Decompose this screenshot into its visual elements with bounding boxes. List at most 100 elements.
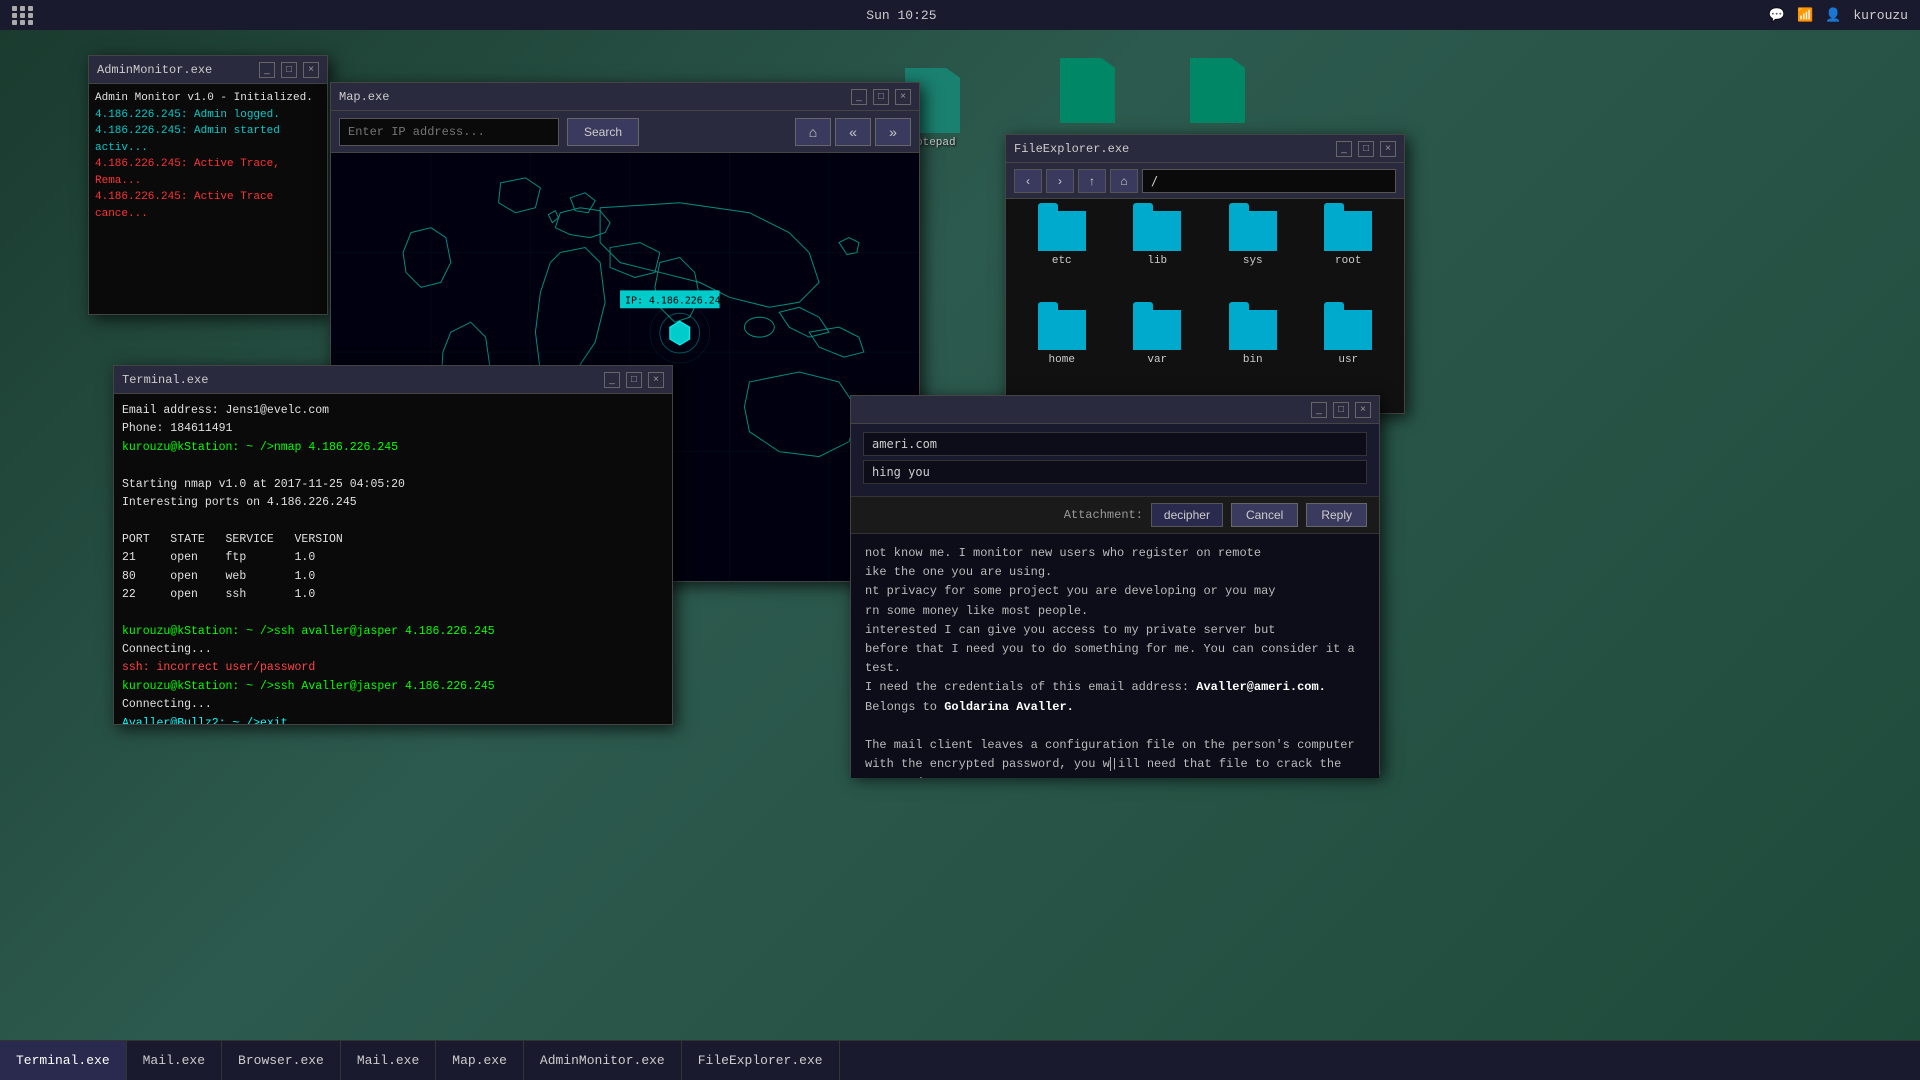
minimize-button[interactable]: _ bbox=[259, 62, 275, 78]
terminal-title: Terminal.exe bbox=[122, 373, 208, 387]
folder-home-icon bbox=[1038, 310, 1086, 350]
admin-monitor-title: AdminMonitor.exe bbox=[97, 63, 212, 77]
maximize-button[interactable]: □ bbox=[281, 62, 297, 78]
term-line-3: kurouzu@kStation: ~ />nmap 4.186.226.245 bbox=[122, 439, 664, 457]
window-controls: _ □ × bbox=[259, 62, 319, 78]
folder-lib-label: lib bbox=[1147, 255, 1167, 267]
folder-lib[interactable]: lib bbox=[1114, 211, 1202, 302]
term-line-5: Starting nmap v1.0 at 2017-11-25 04:05:2… bbox=[122, 476, 664, 494]
fe-path-input[interactable] bbox=[1142, 169, 1396, 193]
cancel-button[interactable]: Cancel bbox=[1231, 503, 1298, 527]
mail-minimize-button[interactable]: _ bbox=[1311, 402, 1327, 418]
admin-line-3: 4.186.226.245: Admin started activ... bbox=[95, 123, 321, 156]
map-ip-input[interactable] bbox=[339, 118, 559, 146]
admin-line-1: Admin Monitor v1.0 - Initialized. bbox=[95, 90, 321, 107]
term-line-6: Interesting ports on 4.186.226.245 bbox=[122, 494, 664, 512]
mail-controls: _ □ × bbox=[1311, 402, 1371, 418]
attachment-button[interactable]: decipher bbox=[1151, 503, 1223, 527]
folder-lib-icon bbox=[1133, 211, 1181, 251]
file2-icon bbox=[1190, 58, 1245, 123]
admin-monitor-titlebar[interactable]: AdminMonitor.exe _ □ × bbox=[89, 56, 327, 84]
admin-monitor-content: Admin Monitor v1.0 - Initialized. 4.186.… bbox=[89, 84, 327, 314]
mail-header bbox=[851, 424, 1379, 497]
map-maximize-button[interactable]: □ bbox=[873, 89, 889, 105]
chat-icon[interactable]: 💬 bbox=[1769, 8, 1785, 23]
mail-to-input[interactable] bbox=[863, 432, 1367, 456]
folder-usr-label: usr bbox=[1338, 354, 1358, 366]
folder-sys-label: sys bbox=[1243, 255, 1263, 267]
taskbar-adminmonitor[interactable]: AdminMonitor.exe bbox=[524, 1041, 682, 1080]
fe-home-button[interactable]: ⌂ bbox=[1110, 169, 1138, 193]
fe-up-button[interactable]: ↑ bbox=[1078, 169, 1106, 193]
folder-var[interactable]: var bbox=[1114, 310, 1202, 401]
fileexplorer-title: FileExplorer.exe bbox=[1014, 142, 1129, 156]
reply-button[interactable]: Reply bbox=[1306, 503, 1367, 527]
fe-controls: _ □ × bbox=[1336, 141, 1396, 157]
folder-bin[interactable]: bin bbox=[1209, 310, 1297, 401]
desktop-icon-file1[interactable] bbox=[1060, 58, 1115, 123]
taskbar: Terminal.exe Mail.exe Browser.exe Mail.e… bbox=[0, 1040, 1920, 1080]
map-nav-group: ⌂ « » bbox=[795, 118, 911, 146]
folder-etc[interactable]: etc bbox=[1018, 211, 1106, 302]
mail-subject-input[interactable] bbox=[863, 460, 1367, 484]
map-controls: _ □ × bbox=[851, 89, 911, 105]
mail-titlebar[interactable]: _ □ × bbox=[851, 396, 1379, 424]
taskbar-mail2[interactable]: Mail.exe bbox=[341, 1041, 436, 1080]
terminal-titlebar[interactable]: Terminal.exe _ □ × bbox=[114, 366, 672, 394]
taskbar-fileexplorer[interactable]: FileExplorer.exe bbox=[682, 1041, 840, 1080]
folder-usr[interactable]: usr bbox=[1305, 310, 1393, 401]
folder-var-label: var bbox=[1147, 354, 1167, 366]
term-line-13: kurouzu@kStation: ~ />ssh avaller@jasper… bbox=[122, 623, 664, 641]
fileexplorer-window: FileExplorer.exe _ □ × ‹ › ↑ ⌂ etc lib bbox=[1005, 134, 1405, 414]
fe-close-button[interactable]: × bbox=[1380, 141, 1396, 157]
close-button[interactable]: × bbox=[303, 62, 319, 78]
folder-var-icon bbox=[1133, 310, 1181, 350]
topbar: Sun 10:25 💬 📶 👤 kurouzu bbox=[0, 0, 1920, 30]
map-titlebar[interactable]: Map.exe _ □ × bbox=[331, 83, 919, 111]
admin-monitor-window: AdminMonitor.exe _ □ × Admin Monitor v1.… bbox=[88, 55, 328, 315]
map-close-button[interactable]: × bbox=[895, 89, 911, 105]
term-line-12 bbox=[122, 604, 664, 622]
fileexplorer-content: etc lib sys root home var bbox=[1006, 199, 1404, 413]
map-minimize-button[interactable]: _ bbox=[851, 89, 867, 105]
map-toolbar: Search ⌂ « » bbox=[331, 111, 919, 153]
user-icon: 👤 bbox=[1825, 8, 1841, 23]
terminal-close-button[interactable]: × bbox=[648, 372, 664, 388]
app-grid-icon[interactable] bbox=[12, 6, 34, 25]
term-line-7 bbox=[122, 512, 664, 530]
fileexplorer-titlebar[interactable]: FileExplorer.exe _ □ × bbox=[1006, 135, 1404, 163]
fe-maximize-button[interactable]: □ bbox=[1358, 141, 1374, 157]
map-forward-button[interactable]: » bbox=[875, 118, 911, 146]
wifi-icon: 📶 bbox=[1797, 8, 1813, 23]
taskbar-browser[interactable]: Browser.exe bbox=[222, 1041, 341, 1080]
map-back-button[interactable]: « bbox=[835, 118, 871, 146]
taskbar-mail1[interactable]: Mail.exe bbox=[127, 1041, 222, 1080]
folder-etc-icon bbox=[1038, 211, 1086, 251]
map-title: Map.exe bbox=[339, 90, 389, 104]
taskbar-terminal[interactable]: Terminal.exe bbox=[0, 1041, 127, 1080]
term-line-16: kurouzu@kStation: ~ />ssh Avaller@jasper… bbox=[122, 678, 664, 696]
admin-line-4: 4.186.226.245: Active Trace, Rema... bbox=[95, 156, 321, 189]
mail-maximize-button[interactable]: □ bbox=[1333, 402, 1349, 418]
folder-etc-label: etc bbox=[1052, 255, 1072, 267]
desktop-icon-file2[interactable] bbox=[1190, 58, 1245, 123]
mail-subject-field bbox=[863, 460, 1367, 484]
folder-sys[interactable]: sys bbox=[1209, 211, 1297, 302]
term-line-10: 80 open web 1.0 bbox=[122, 568, 664, 586]
taskbar-map[interactable]: Map.exe bbox=[436, 1041, 524, 1080]
username-label: kurouzu bbox=[1853, 8, 1908, 23]
folder-root[interactable]: root bbox=[1305, 211, 1393, 302]
terminal-maximize-button[interactable]: □ bbox=[626, 372, 642, 388]
fe-back-button[interactable]: ‹ bbox=[1014, 169, 1042, 193]
folder-root-label: root bbox=[1335, 255, 1361, 267]
fe-minimize-button[interactable]: _ bbox=[1336, 141, 1352, 157]
mail-close-button[interactable]: × bbox=[1355, 402, 1371, 418]
map-search-button[interactable]: Search bbox=[567, 118, 639, 146]
topbar-right: 💬 📶 👤 kurouzu bbox=[1769, 8, 1908, 23]
map-home-button[interactable]: ⌂ bbox=[795, 118, 831, 146]
folder-home[interactable]: home bbox=[1018, 310, 1106, 401]
fe-forward-button[interactable]: › bbox=[1046, 169, 1074, 193]
terminal-minimize-button[interactable]: _ bbox=[604, 372, 620, 388]
terminal-content[interactable]: Email address: Jens1@evelc.com Phone: 18… bbox=[114, 394, 672, 724]
folder-usr-icon bbox=[1324, 310, 1372, 350]
